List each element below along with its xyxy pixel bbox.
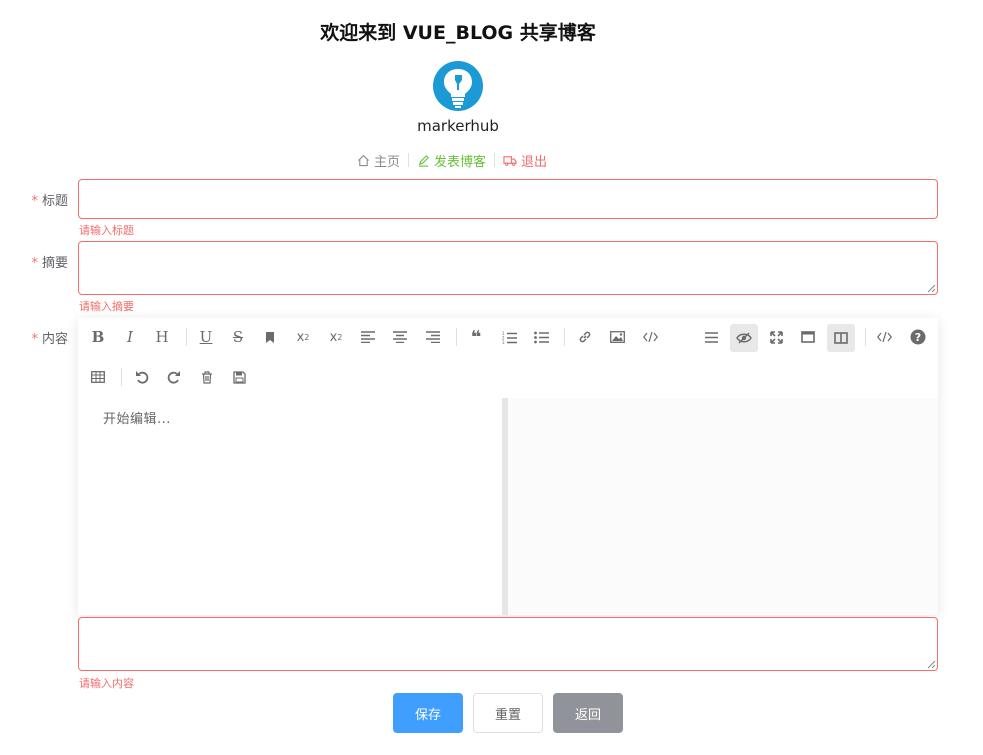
nav-post-label: 发表博客 bbox=[434, 154, 487, 170]
subfield-icon[interactable] bbox=[827, 324, 855, 352]
reset-button[interactable]: 重置 bbox=[473, 693, 543, 733]
title-error: 请输入标题 bbox=[79, 224, 134, 237]
lightbulb-logo-icon bbox=[433, 61, 483, 111]
fullscreen-icon[interactable] bbox=[763, 324, 789, 350]
nav-home-label: 主页 bbox=[374, 154, 401, 170]
svg-text:?: ? bbox=[915, 331, 921, 344]
summary-textarea[interactable] bbox=[78, 241, 938, 295]
superscript-icon[interactable]: x2 bbox=[290, 324, 316, 350]
editor-placeholder: 开始编辑... bbox=[103, 412, 171, 427]
home-icon bbox=[358, 154, 369, 166]
html-icon[interactable] bbox=[871, 324, 897, 350]
subscript-icon[interactable]: x2 bbox=[323, 324, 349, 350]
content-label-text: 内容 bbox=[41, 332, 68, 347]
save-icon[interactable] bbox=[226, 364, 252, 390]
edit-pen-icon bbox=[418, 154, 429, 167]
quote-icon[interactable]: ❝ bbox=[463, 324, 489, 350]
heading-icon[interactable]: H bbox=[149, 324, 175, 350]
nav-logout-link[interactable]: 退出 bbox=[495, 151, 555, 170]
avatar bbox=[432, 60, 484, 112]
nav-post-link[interactable]: 发表博客 bbox=[409, 151, 494, 170]
toolbar-divider bbox=[121, 368, 122, 386]
editor-toolbar: B I H U S x2 x2 ❝ 123 ? bbox=[78, 318, 938, 398]
truck-icon bbox=[503, 155, 517, 166]
required-mark: * bbox=[31, 194, 38, 209]
toolbar-divider bbox=[186, 328, 187, 346]
toolbar-divider bbox=[865, 328, 866, 346]
menu-icon[interactable] bbox=[698, 324, 724, 350]
align-right-icon[interactable] bbox=[420, 324, 446, 350]
underline-icon[interactable]: U bbox=[193, 324, 219, 350]
unordered-list-icon[interactable] bbox=[528, 324, 554, 350]
page: 欢迎来到 VUE_BLOG 共享博客 markerhub 主页 发表博客 退出 … bbox=[0, 0, 983, 755]
content-label: * 内容 bbox=[0, 328, 68, 347]
editor-input-pane[interactable]: 开始编辑... bbox=[78, 398, 502, 615]
summary-error: 请输入摘要 bbox=[79, 300, 134, 313]
strikethrough-icon[interactable]: S bbox=[225, 324, 251, 350]
page-title: 欢迎来到 VUE_BLOG 共享博客 bbox=[320, 22, 596, 44]
italic-icon[interactable]: I bbox=[117, 324, 143, 350]
username: markerhub bbox=[417, 117, 499, 135]
help-icon[interactable]: ? bbox=[905, 324, 931, 350]
bold-icon[interactable]: B bbox=[85, 324, 111, 350]
resize-handle-icon[interactable] bbox=[927, 284, 936, 293]
nav-links: 主页 发表博客 退出 bbox=[357, 150, 555, 170]
code-icon[interactable] bbox=[637, 324, 663, 350]
table-icon[interactable] bbox=[85, 364, 111, 390]
trash-icon[interactable] bbox=[194, 364, 220, 390]
nav-logout-label: 退出 bbox=[521, 154, 548, 170]
title-label-text: 标题 bbox=[41, 194, 68, 209]
summary-label-text: 摘要 bbox=[41, 256, 68, 271]
align-center-icon[interactable] bbox=[387, 324, 413, 350]
required-mark: * bbox=[31, 256, 38, 271]
nav-home-link[interactable]: 主页 bbox=[357, 151, 408, 170]
link-icon[interactable] bbox=[572, 324, 598, 350]
content-textarea[interactable] bbox=[78, 617, 938, 671]
svg-text:3: 3 bbox=[502, 340, 505, 344]
image-icon[interactable] bbox=[604, 324, 630, 350]
resize-handle-icon[interactable] bbox=[927, 660, 936, 669]
redo-icon[interactable] bbox=[161, 364, 187, 390]
title-label: * 标题 bbox=[0, 190, 68, 209]
toolbar-divider bbox=[564, 328, 565, 346]
mark-icon[interactable] bbox=[257, 324, 283, 350]
undo-icon[interactable] bbox=[129, 364, 155, 390]
save-button[interactable]: 保存 bbox=[393, 693, 463, 733]
editor-preview-pane bbox=[508, 398, 938, 615]
back-button[interactable]: 返回 bbox=[553, 693, 623, 733]
toolbar-divider bbox=[456, 328, 457, 346]
title-input[interactable] bbox=[78, 179, 938, 219]
required-mark: * bbox=[31, 332, 38, 347]
preview-icon[interactable] bbox=[730, 324, 758, 352]
ordered-list-icon[interactable]: 123 bbox=[496, 324, 522, 350]
markdown-editor: B I H U S x2 x2 ❝ 123 ? 开始编辑... bbox=[78, 318, 938, 615]
align-left-icon[interactable] bbox=[355, 324, 381, 350]
window-icon[interactable] bbox=[795, 324, 821, 350]
content-error: 请输入内容 bbox=[79, 677, 134, 690]
summary-label: * 摘要 bbox=[0, 252, 68, 271]
